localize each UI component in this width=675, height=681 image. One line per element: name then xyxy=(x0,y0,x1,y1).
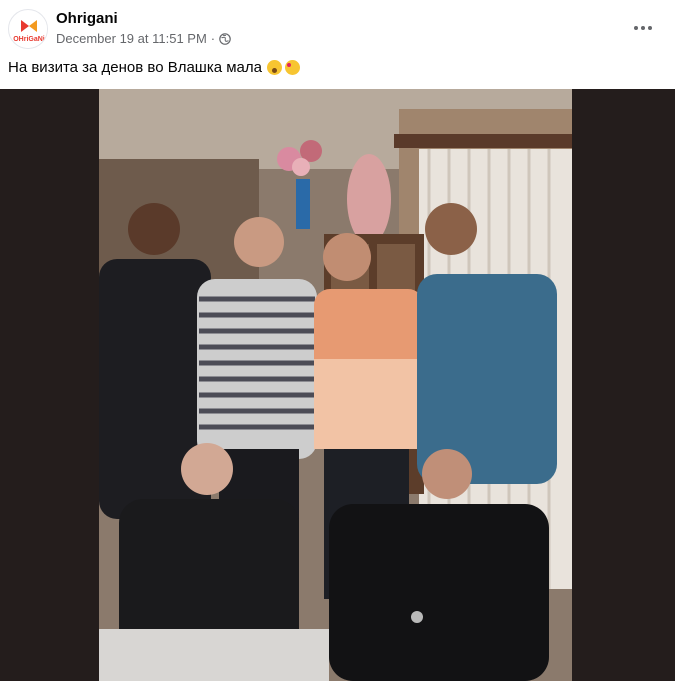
ohrigani-logo: OHriGaNi xyxy=(10,11,47,48)
dot xyxy=(648,26,652,30)
dot xyxy=(641,26,645,30)
post-timestamp[interactable]: December 19 at 11:51 PM xyxy=(56,31,207,46)
dot xyxy=(634,26,638,30)
post-photo[interactable] xyxy=(99,89,572,681)
astonished-face-icon xyxy=(267,60,282,75)
page-avatar[interactable]: OHriGaNi xyxy=(8,9,48,49)
smiling-face-with-hearts-icon xyxy=(285,60,300,75)
post-meta: December 19 at 11:51 PM · xyxy=(56,31,231,46)
post-caption: На визита за денов во Влашка мала xyxy=(8,59,300,76)
svg-text:OHriGaNi: OHriGaNi xyxy=(13,36,45,43)
photo-container xyxy=(0,89,675,681)
globe-icon[interactable] xyxy=(219,32,231,45)
post-header: OHriGaNi Ohrigani December 19 at 11:51 P… xyxy=(0,0,675,56)
more-options-icon[interactable] xyxy=(629,14,657,42)
caption-text: На визита за денов во Влашка мала xyxy=(8,59,262,76)
group-photo-image xyxy=(99,89,572,681)
page-name-link[interactable]: Ohrigani xyxy=(56,10,118,27)
meta-separator: · xyxy=(210,31,216,46)
